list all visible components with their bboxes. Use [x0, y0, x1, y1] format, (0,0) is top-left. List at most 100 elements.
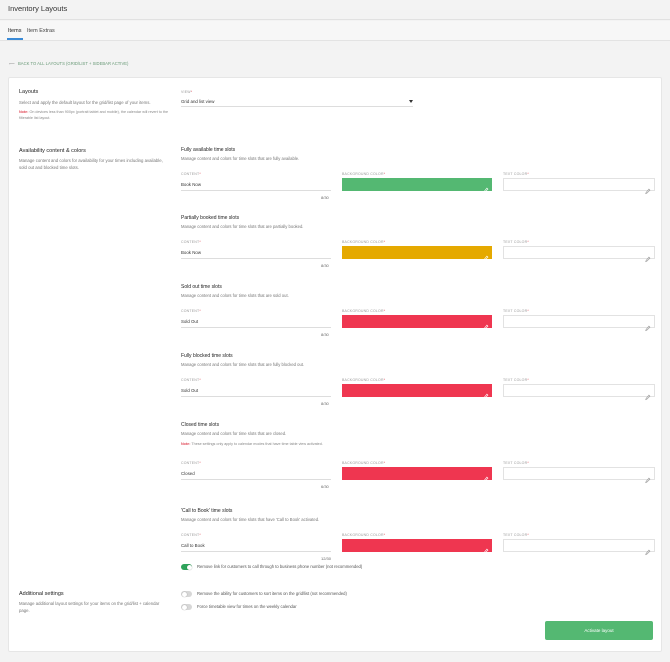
background-color-label: BACKGROUND COLOR*: [342, 378, 386, 382]
content-input[interactable]: Sold Out: [181, 316, 331, 328]
view-select-value: Grid and list view: [181, 99, 215, 104]
active-tab-indicator: [7, 38, 23, 40]
settings-card: Layouts Select and apply the default lay…: [8, 77, 662, 652]
background-color-swatch[interactable]: [342, 315, 492, 331]
availability-title: Availability content & colors: [19, 148, 86, 154]
layouts-note: Note: On devices less than 900px (portra…: [19, 110, 179, 121]
chevron-down-icon: [409, 100, 413, 103]
content-label: CONTENT*: [181, 533, 201, 537]
text-color-label: TEXT COLOR*: [503, 172, 529, 176]
content-input-value: Book Now: [181, 250, 202, 255]
content-input[interactable]: Sold Out: [181, 385, 331, 397]
remove-link-toggle-label: Remove link for customers to call throug…: [197, 564, 363, 569]
group-title: Sold out time slots: [181, 284, 222, 290]
group-description: Manage content and colors for time slots…: [181, 517, 320, 522]
content-label: CONTENT*: [181, 461, 201, 465]
character-counter: 6/30: [321, 484, 329, 489]
page-title: Inventory Layouts: [8, 4, 68, 13]
eyedropper-icon: [482, 470, 489, 483]
back-to-all-layouts-link[interactable]: ⟵ BACK TO ALL LAYOUTS (GRID/LIST + SIDEBA…: [9, 61, 128, 66]
group-description: Manage content and colors for time slots…: [181, 293, 289, 298]
eyedropper-icon: [644, 471, 651, 484]
text-color-field[interactable]: [503, 384, 655, 401]
background-color-swatch[interactable]: [342, 246, 492, 262]
background-color-swatch[interactable]: [342, 384, 492, 400]
tab-bar: Items Item Extras: [0, 21, 670, 41]
eyedropper-icon: [482, 181, 489, 194]
group-title: Partially booked time slots: [181, 215, 240, 221]
view-select[interactable]: Grid and list view: [181, 97, 413, 107]
text-color-label: TEXT COLOR*: [503, 461, 529, 465]
group-description: Manage content and colors for time slots…: [181, 431, 287, 436]
content-label: CONTENT*: [181, 309, 201, 313]
group-note: Note: These settings only apply to calen…: [181, 442, 323, 448]
background-color-label: BACKGROUND COLOR*: [342, 172, 386, 176]
view-label: VIEW*: [181, 90, 193, 94]
content-input-value: Call to Book: [181, 543, 205, 548]
background-color-swatch[interactable]: [342, 539, 492, 555]
content-input-value: Sold Out: [181, 319, 199, 324]
eyedropper-icon: [482, 318, 489, 331]
character-counter: 8/30: [321, 401, 329, 406]
group-description: Manage content and colors for time slots…: [181, 224, 304, 229]
group-note-label: Note:: [181, 442, 191, 446]
content-label: CONTENT*: [181, 240, 201, 244]
group-title: Fully available time slots: [181, 147, 236, 153]
group-title: Fully blocked time slots: [181, 353, 233, 359]
text-color-field[interactable]: [503, 178, 655, 195]
force-timetable-toggle[interactable]: [181, 604, 192, 610]
group-note-text: These settings only apply to calendar mo…: [191, 442, 323, 446]
eyedropper-icon: [482, 249, 489, 262]
force-timetable-toggle-label: Force timetable view for times on the we…: [197, 604, 297, 609]
eyedropper-icon: [482, 387, 489, 400]
availability-description: Manage content and colors for availabili…: [19, 158, 163, 170]
background-color-swatch[interactable]: [342, 467, 492, 483]
content-input-value: Closed: [181, 471, 195, 476]
layouts-title: Layouts: [19, 89, 39, 95]
eyedropper-icon: [644, 543, 651, 556]
eyedropper-icon: [644, 319, 651, 332]
character-counter: 12/30: [321, 556, 332, 561]
layouts-description: Select and apply the default layout for …: [19, 100, 151, 105]
text-color-field[interactable]: [503, 539, 655, 556]
back-arrow-icon: ⟵: [9, 61, 16, 66]
text-color-label: TEXT COLOR*: [503, 240, 529, 244]
character-counter: 8/30: [321, 263, 329, 268]
text-color-field[interactable]: [503, 315, 655, 332]
background-color-label: BACKGROUND COLOR*: [342, 533, 386, 537]
text-color-label: TEXT COLOR*: [503, 378, 529, 382]
eyedropper-icon: [644, 182, 651, 195]
background-color-label: BACKGROUND COLOR*: [342, 309, 386, 313]
app-header: Inventory Layouts: [0, 0, 670, 20]
sort-items-toggle[interactable]: [181, 591, 192, 597]
note-label: Note:: [19, 110, 29, 114]
character-counter: 8/30: [321, 195, 329, 200]
text-color-field[interactable]: [503, 467, 655, 484]
group-title: Closed time slots: [181, 422, 220, 428]
tab-items[interactable]: Items: [8, 28, 21, 34]
tab-item-extras[interactable]: Item Extras: [27, 28, 55, 34]
content-input-value: Sold Out: [181, 388, 199, 393]
additional-settings-description: Manage additional layout settings for yo…: [19, 601, 160, 613]
content-input[interactable]: Book Now: [181, 179, 331, 191]
background-color-label: BACKGROUND COLOR*: [342, 461, 386, 465]
group-title: 'Call to Book' time slots: [181, 508, 233, 514]
sort-items-toggle-label: Remove the ability for customers to sort…: [197, 591, 347, 596]
activate-layout-button[interactable]: Activate layout: [545, 621, 653, 640]
eyedropper-icon: [482, 542, 489, 555]
eyedropper-icon: [644, 388, 651, 401]
content-input-value: Book Now: [181, 182, 202, 187]
remove-link-toggle[interactable]: [181, 564, 192, 570]
group-description: Manage content and colors for time slots…: [181, 362, 305, 367]
eyedropper-icon: [644, 250, 651, 263]
content-input[interactable]: Book Now: [181, 247, 331, 259]
text-color-field[interactable]: [503, 246, 655, 263]
content-input[interactable]: Closed: [181, 468, 331, 480]
content-input[interactable]: Call to Book: [181, 540, 331, 552]
content-label: CONTENT*: [181, 378, 201, 382]
text-color-label: TEXT COLOR*: [503, 533, 529, 537]
back-link-label: BACK TO ALL LAYOUTS (GRID/LIST + SIDEBAR…: [18, 61, 129, 66]
background-color-swatch[interactable]: [342, 178, 492, 194]
group-description: Manage content and colors for time slots…: [181, 156, 300, 161]
additional-settings-title: Additional settings: [19, 591, 64, 597]
